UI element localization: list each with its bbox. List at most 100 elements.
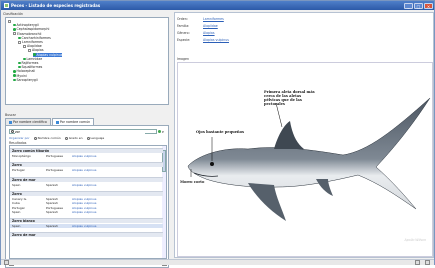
info-value-link[interactable]: Alopias bbox=[203, 31, 215, 35]
result-cell-sci: Alopias vulpinus bbox=[72, 154, 97, 158]
info-key: Especie: bbox=[177, 37, 191, 42]
tree-node[interactable]: Sarcopterygii bbox=[13, 78, 38, 82]
tab-common-name[interactable]: Por nombre común bbox=[51, 118, 95, 125]
taxonomy-tree[interactable]: Actinopterygii Cephalaspidomorphi Elasmobr… bbox=[5, 17, 169, 105]
window-title: Peces - Listado de especies registradas bbox=[11, 3, 101, 8]
search-tabs: Por nombre científico Por nombre común bbox=[5, 118, 169, 125]
leaf-icon bbox=[13, 70, 16, 73]
result-group-header[interactable]: Zorro de mar bbox=[10, 232, 163, 238]
result-cell-name: Spain bbox=[12, 224, 21, 229]
classification-legend: Clasificación bbox=[3, 12, 23, 16]
result-row[interactable]: Spain Spanish Alopias vulpinus bbox=[10, 224, 163, 229]
info-value-link[interactable]: Lamniformes bbox=[203, 17, 224, 21]
radio-label: Lenguaje bbox=[90, 136, 105, 140]
info-key: Género: bbox=[177, 30, 190, 35]
order-label: Organizar por bbox=[9, 136, 30, 140]
leaf-icon bbox=[33, 53, 36, 56]
scroll-left-icon[interactable] bbox=[415, 260, 420, 265]
info-value-link[interactable]: Alopias vulpinus bbox=[203, 38, 229, 42]
collapse-icon[interactable] bbox=[28, 48, 31, 52]
result-cell-sci: Alopias vulpinus bbox=[72, 224, 97, 229]
result-cell-lang: Spanish bbox=[46, 224, 58, 229]
leaf-icon bbox=[13, 28, 16, 31]
shark-body-shape bbox=[187, 97, 431, 210]
search-field[interactable] bbox=[9, 129, 157, 134]
leaf-icon bbox=[18, 36, 21, 40]
leaf-icon bbox=[13, 74, 16, 77]
order-options: Organizar por Nombre común Grado en Leng… bbox=[9, 136, 169, 140]
fin-pointer-line bbox=[275, 102, 283, 128]
result-cell-lang: Spanish bbox=[46, 182, 58, 187]
leaf-icon bbox=[18, 61, 21, 65]
result-group-header[interactable]: Zorro de mar bbox=[10, 176, 163, 182]
search-panel: P Organizar por Nombre común Grado en Le… bbox=[5, 125, 169, 268]
info-row: Familia: Alopiidae bbox=[177, 22, 377, 29]
result-cell-name: Portugal bbox=[12, 168, 25, 173]
radio-icon bbox=[33, 136, 37, 140]
dorsal-fin-shape bbox=[274, 121, 304, 149]
pelvic-fin-shape bbox=[316, 179, 333, 196]
tab-scientific-name[interactable]: Por nombre científico bbox=[5, 118, 51, 125]
radio-icon bbox=[64, 136, 68, 140]
annotation-eyes: Ojos bastante pequeños bbox=[196, 130, 245, 134]
order-radio-common-name[interactable]: Nombre común bbox=[33, 136, 61, 140]
image-credit: Apollo Wilson bbox=[404, 238, 426, 242]
order-radio-language[interactable]: Lenguaje bbox=[86, 136, 105, 140]
title-bar: Peces - Listado de especies registradas … bbox=[1, 1, 434, 10]
result-row[interactable]: Monoptérigo Portuguese Alopias vulpinus bbox=[10, 154, 163, 158]
status-bar bbox=[1, 259, 434, 265]
fish-icon bbox=[9, 120, 12, 124]
info-row: Especie: Alopias vulpinus bbox=[177, 36, 377, 43]
info-value-link[interactable]: Alopiidae bbox=[203, 24, 218, 28]
result-cell-lang: Portuguese bbox=[46, 168, 63, 173]
tree-node[interactable] bbox=[8, 19, 12, 23]
result-cell-name: Spain bbox=[12, 209, 21, 214]
collapse-icon[interactable] bbox=[8, 19, 11, 23]
radio-icon bbox=[86, 136, 90, 140]
maximize-button[interactable]: □ bbox=[414, 2, 423, 9]
result-row[interactable]: Spain Spanish Alopias vulpinus bbox=[10, 183, 163, 187]
pectoral-fin-shape bbox=[248, 183, 286, 221]
leaf-icon bbox=[18, 65, 21, 69]
search-icon bbox=[11, 130, 14, 133]
info-key: Familia: bbox=[177, 23, 190, 28]
result-cell-sci: Alopias vulpinus bbox=[72, 182, 97, 187]
tree-node-label: Sarcopterygii bbox=[16, 77, 38, 82]
result-row[interactable]: Spain Spanish Alopias vulpinus bbox=[10, 210, 163, 214]
info-row: Género: Alopias bbox=[177, 29, 377, 36]
result-cell-name: Monoptérigo bbox=[12, 154, 31, 158]
shark-eye bbox=[210, 162, 214, 166]
minimize-button[interactable]: _ bbox=[404, 2, 413, 9]
close-button[interactable]: × bbox=[424, 2, 433, 9]
results-list[interactable]: Zorro común tiburón Monoptérigo Portuguese… bbox=[9, 145, 167, 259]
status-icon bbox=[4, 260, 9, 265]
leaf-icon bbox=[23, 57, 26, 61]
result-cell-lang: Portuguese bbox=[46, 154, 63, 158]
go-icon bbox=[158, 130, 161, 133]
result-group-header[interactable]: Zorro común tiburón bbox=[10, 148, 163, 153]
collapse-icon[interactable] bbox=[13, 32, 16, 36]
tab-label: Por nombre común bbox=[59, 120, 91, 124]
image-label: Imagen bbox=[177, 57, 190, 61]
search-button[interactable]: P bbox=[158, 129, 168, 134]
result-cell-sci: Alopias vulpinus bbox=[72, 168, 97, 173]
radio-label: Nombre común bbox=[37, 136, 61, 140]
leaf-icon bbox=[13, 23, 16, 27]
result-group-header[interactable]: Zorro blanco bbox=[10, 218, 163, 224]
tab-label: Por nombre científico bbox=[13, 120, 47, 124]
species-image: Ojos bastante pequeños Primera aleta dor… bbox=[177, 62, 433, 257]
order-radio-grade[interactable]: Grado en bbox=[64, 136, 83, 140]
collapse-icon[interactable] bbox=[23, 44, 26, 48]
details-panel: Orden: Lamniformes Familia: Alopiidae Género… bbox=[174, 12, 434, 258]
scroll-right-icon[interactable] bbox=[425, 260, 430, 265]
result-group-header[interactable]: Zorro bbox=[10, 162, 163, 168]
collapse-icon[interactable] bbox=[18, 40, 21, 44]
radio-label: Grado en bbox=[68, 136, 83, 140]
result-group-header[interactable]: Zorro bbox=[10, 190, 163, 196]
result-row[interactable]: Portugal Portuguese Alopias vulpinus bbox=[10, 168, 163, 172]
left-panel: Clasificación Actinopterygii Cephalaspido… bbox=[3, 12, 172, 268]
search-input[interactable] bbox=[15, 129, 145, 134]
search-legend: Buscar bbox=[5, 113, 16, 117]
taxonomy-info: Orden: Lamniformes Familia: Alopiidae Género… bbox=[177, 15, 377, 43]
fish-icon bbox=[55, 120, 59, 124]
